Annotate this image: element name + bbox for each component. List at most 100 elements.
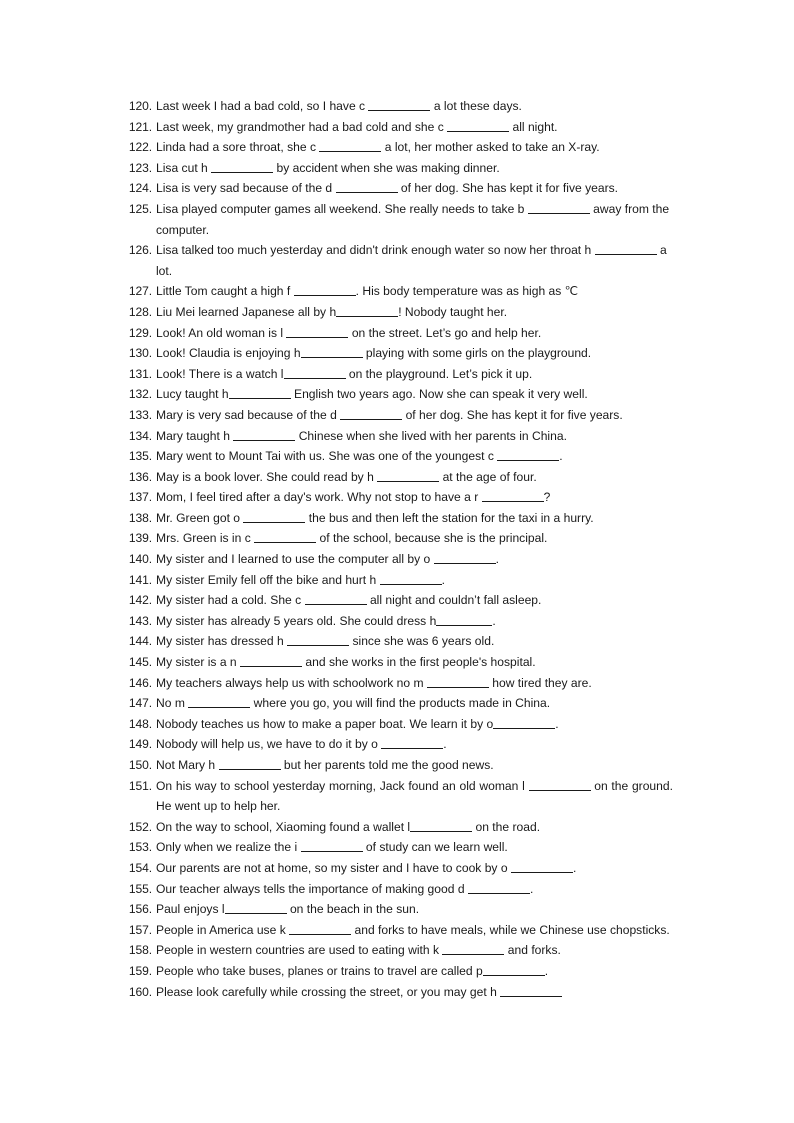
question-item: 128. Liu Mei learned Japanese all by h! N… (119, 302, 673, 323)
answer-blank[interactable] (289, 923, 352, 935)
question-item: 126. Lisa talked too much yesterday and d… (119, 240, 673, 281)
question-number: 147. (128, 696, 152, 711)
question-text: Lisa is very sad because of the d of her… (156, 181, 619, 196)
answer-blank[interactable] (447, 119, 510, 132)
question-text: Only when we realize the i of study can … (156, 840, 508, 855)
question-number: 136. (128, 469, 152, 484)
question-number: 157. (128, 922, 152, 937)
answer-blank[interactable] (319, 140, 382, 153)
question-text: My teachers always help us with schoolwo… (156, 675, 592, 690)
question-text: People in western countries are used to … (156, 943, 561, 958)
question-number: 132. (128, 387, 152, 402)
answer-blank[interactable] (594, 243, 657, 256)
question-item: 146. My teachers always help us with scho… (119, 673, 673, 694)
question-number: 146. (128, 675, 152, 690)
answer-blank[interactable] (493, 717, 556, 729)
question-text: Nobody will help us, we have to do it by… (156, 737, 447, 752)
question-item: 156. Paul enjoys l on the beach in the su… (119, 899, 673, 920)
question-text: Lisa talked too much yesterday and didn'… (156, 243, 667, 278)
question-number: 155. (128, 881, 152, 896)
answer-blank[interactable] (482, 964, 545, 976)
answer-blank[interactable] (188, 696, 251, 709)
answer-blank[interactable] (286, 325, 349, 338)
answer-blank[interactable] (336, 305, 399, 317)
question-number: 127. (128, 284, 152, 299)
question-number: 152. (128, 819, 152, 834)
question-item: 142. My sister had a cold. She c all nigh… (119, 590, 673, 611)
answer-blank[interactable] (381, 737, 444, 750)
question-number: 151. (128, 778, 152, 793)
question-number: 153. (128, 840, 152, 855)
question-number: 125. (128, 201, 152, 216)
answer-blank[interactable] (254, 531, 317, 544)
question-item: 139. Mrs. Green is in c of the school, be… (119, 528, 673, 549)
question-number: 124. (128, 181, 152, 196)
question-text: Our parents are not at home, so my siste… (156, 860, 577, 875)
answer-blank[interactable] (211, 161, 274, 173)
question-item: 145. My sister is a n and she works in th… (119, 652, 673, 673)
question-text: Look! An old woman is l on the street. L… (156, 325, 542, 340)
question-text: Nobody teaches us how to make a paper bo… (156, 716, 559, 731)
answer-blank[interactable] (283, 367, 346, 379)
question-text: Last week, my grandmother had a bad cold… (156, 119, 558, 134)
answer-blank[interactable] (497, 449, 560, 462)
question-item: 158. People in western countries are used… (119, 940, 673, 961)
question-number: 144. (128, 634, 152, 649)
answer-blank[interactable] (228, 387, 291, 400)
question-text: My sister Emily fell off the bike and hu… (156, 572, 445, 587)
answer-blank[interactable] (500, 984, 563, 997)
answer-blank[interactable] (287, 634, 350, 647)
question-text: Mary taught h Chinese when she lived wit… (156, 428, 567, 443)
answer-blank[interactable] (410, 820, 473, 832)
answer-blank[interactable] (510, 861, 573, 873)
question-number: 137. (128, 490, 152, 505)
question-item: 160. Please look carefully while crossing… (119, 982, 673, 1003)
question-text: Mrs. Green is in c of the school, becaus… (156, 531, 548, 546)
answer-blank[interactable] (528, 778, 591, 791)
answer-blank[interactable] (300, 840, 363, 853)
answer-blank[interactable] (467, 881, 530, 894)
question-number: 149. (128, 737, 152, 752)
answer-blank[interactable] (426, 676, 489, 688)
question-number: 159. (128, 963, 152, 978)
answer-blank[interactable] (300, 346, 363, 359)
answer-blank[interactable] (218, 758, 281, 770)
answer-blank[interactable] (527, 202, 590, 214)
question-number: 145. (128, 655, 152, 670)
question-text: Lucy taught h English two years ago. Now… (156, 387, 588, 402)
question-text: My sister and I learned to use the compu… (156, 552, 500, 567)
question-item: 152. On the way to school, Xiaoming found… (119, 817, 673, 838)
question-text: No m where you go, you will find the pro… (156, 696, 551, 711)
question-item: 140. My sister and I learned to use the c… (119, 549, 673, 570)
answer-blank[interactable] (379, 573, 442, 585)
answer-blank[interactable] (293, 284, 356, 297)
answer-blank[interactable] (304, 593, 367, 606)
question-item: 155. Our teacher always tells the importa… (119, 879, 673, 900)
question-text: My sister has already 5 years old. She c… (156, 613, 496, 628)
question-text: May is a book lover. She could read by h… (156, 469, 537, 484)
answer-blank[interactable] (481, 490, 544, 503)
question-item: 131. Look! There is a watch l on the play… (119, 364, 673, 385)
answer-blank[interactable] (436, 614, 493, 626)
answer-blank[interactable] (368, 99, 431, 111)
question-text: People in America use k and forks to hav… (156, 922, 670, 937)
question-item: 120. Last week I had a bad cold, so I hav… (119, 96, 673, 117)
answer-blank[interactable] (233, 428, 296, 441)
answer-blank[interactable] (224, 902, 287, 915)
question-text: Lisa played computer games all weekend. … (156, 201, 670, 237)
answer-blank[interactable] (433, 552, 496, 565)
answer-blank[interactable] (377, 470, 440, 482)
answer-blank[interactable] (243, 511, 306, 523)
question-item: 121. Last week, my grandmother had a bad … (119, 117, 673, 138)
question-item: 133. Mary is very sad because of the d of… (119, 405, 673, 426)
question-item: 132. Lucy taught h English two years ago.… (119, 384, 673, 405)
answer-blank[interactable] (240, 655, 303, 668)
answer-blank[interactable] (340, 408, 403, 420)
question-number: 135. (128, 449, 152, 464)
question-item: 136. May is a book lover. She could read … (119, 467, 673, 488)
answer-blank[interactable] (442, 943, 505, 956)
question-number: 130. (128, 346, 152, 361)
question-item: 122. Linda had a sore throat, she c a lot… (119, 137, 673, 158)
question-item: 147. No m where you go, you will find the… (119, 693, 673, 714)
answer-blank[interactable] (335, 181, 398, 194)
